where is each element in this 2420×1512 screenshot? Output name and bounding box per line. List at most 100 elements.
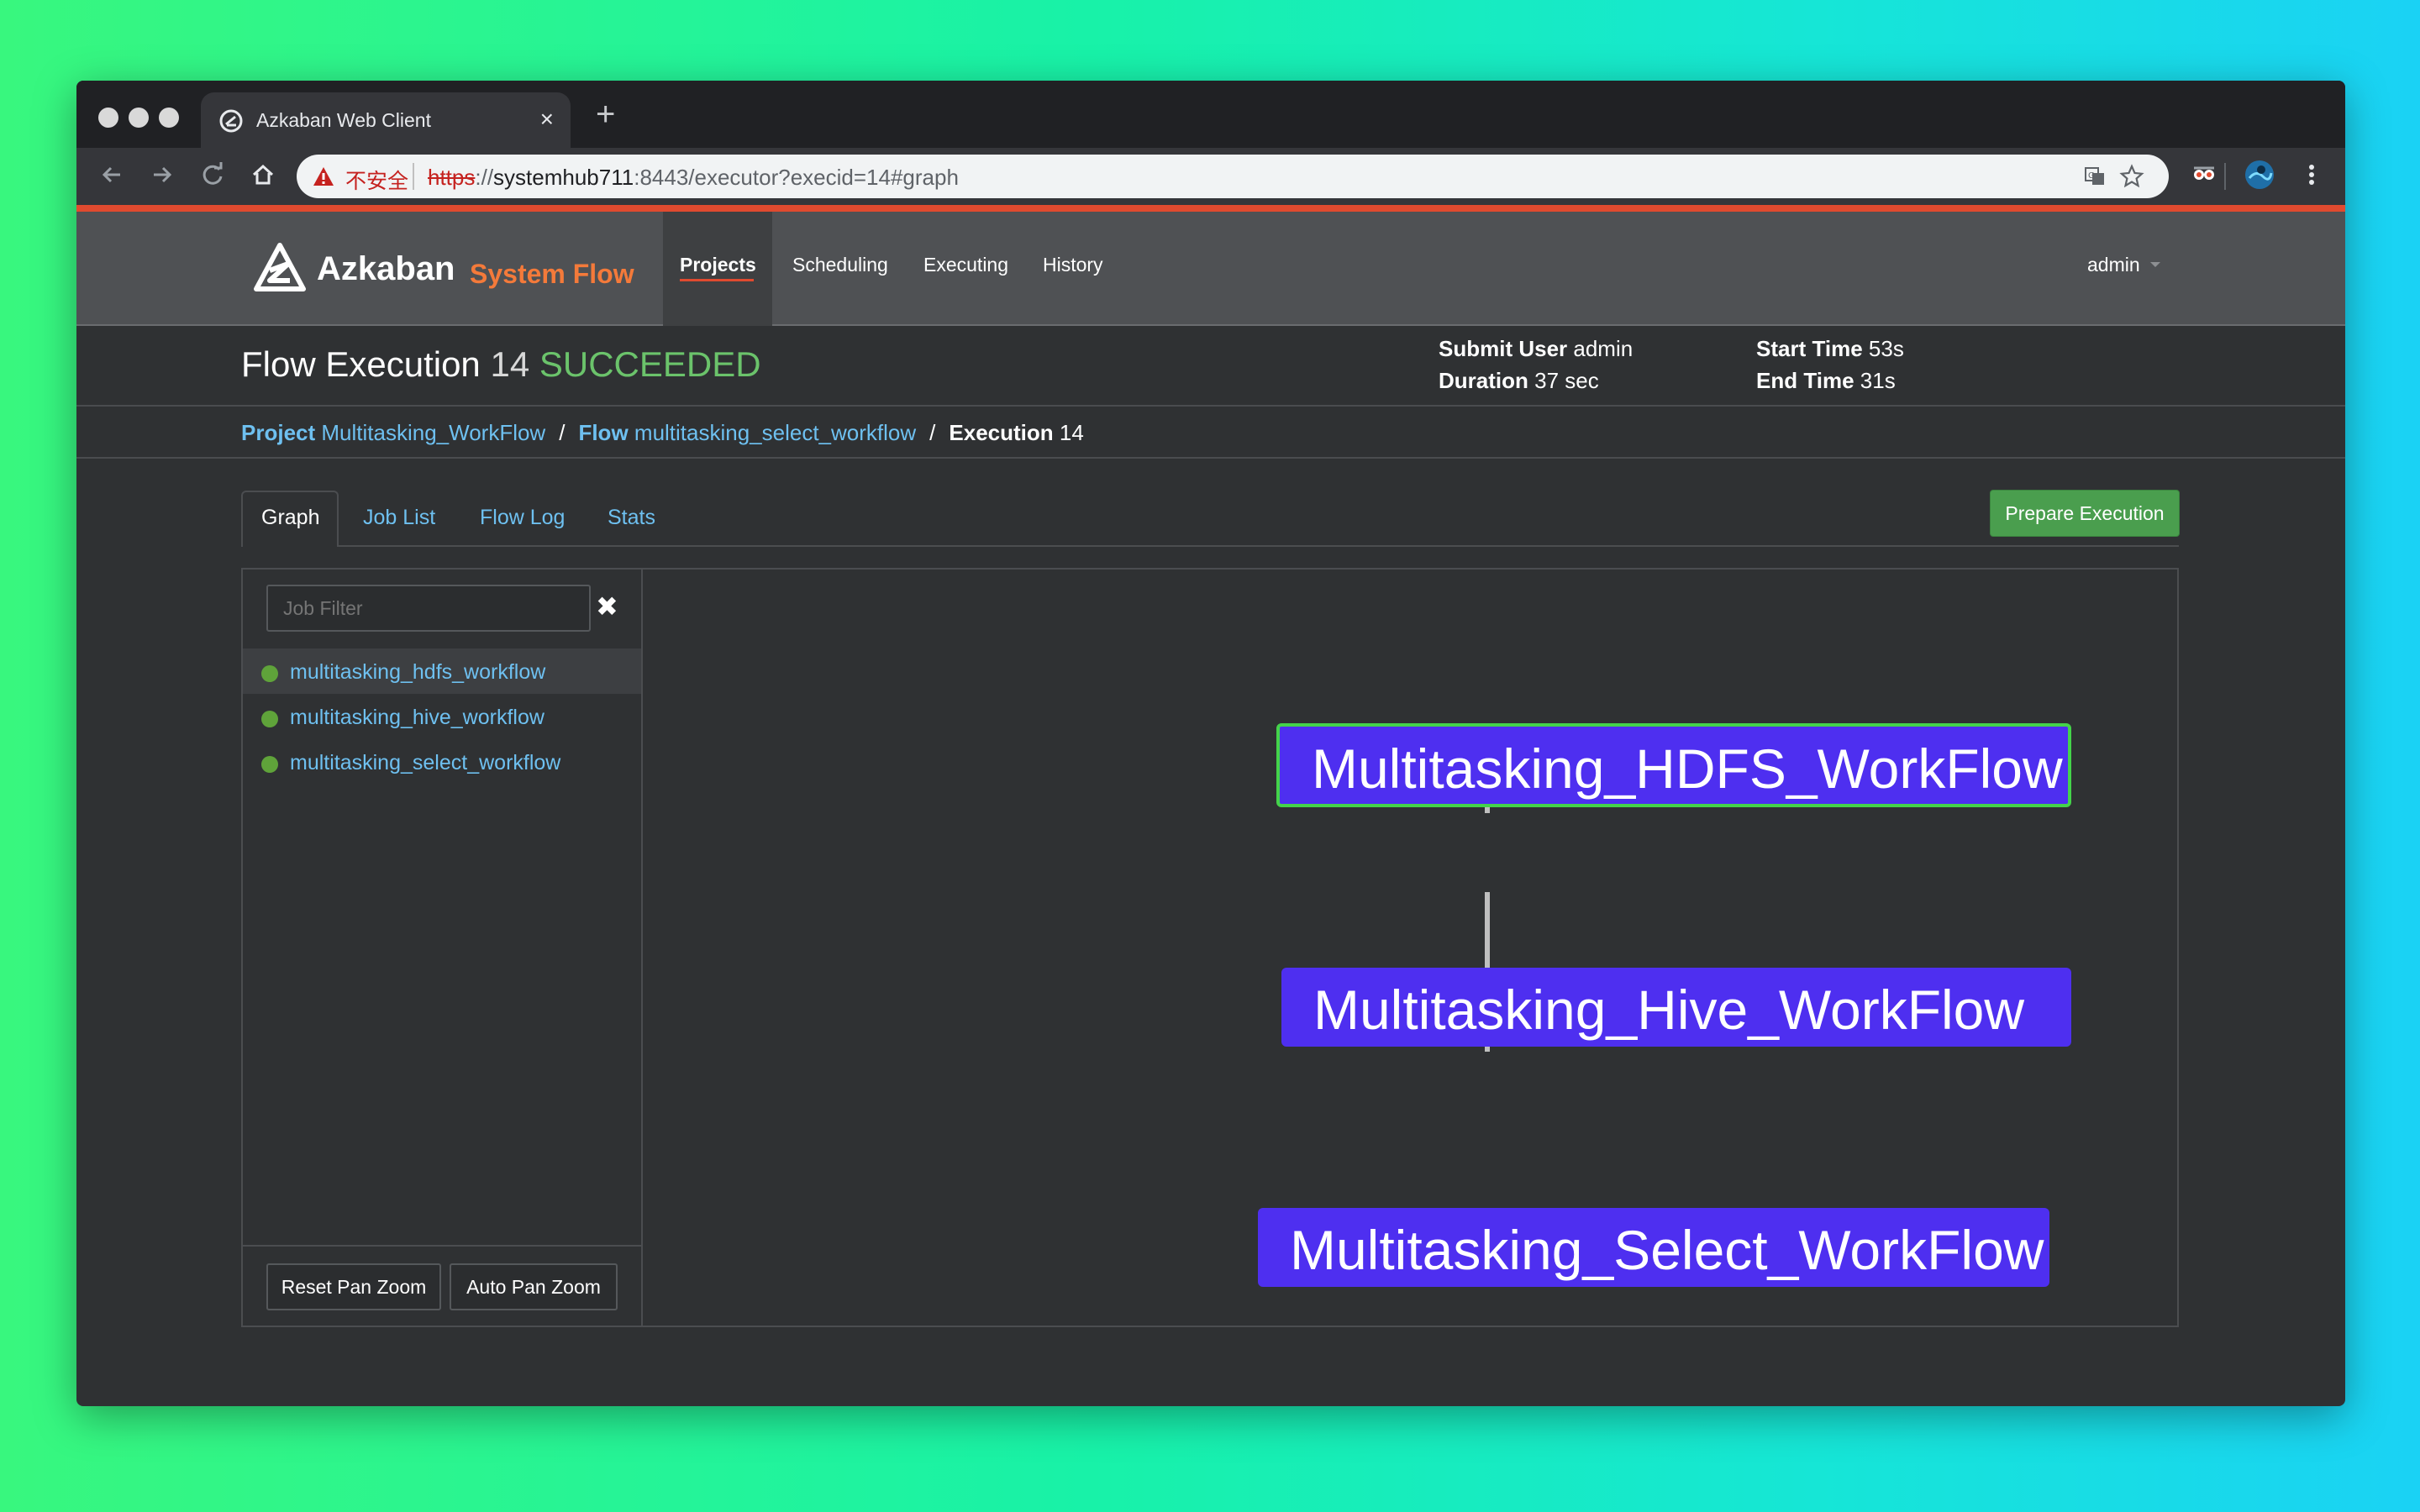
tab-graph[interactable]: Graph	[241, 491, 339, 547]
new-tab-icon[interactable]: +	[596, 97, 615, 131]
more-menu-icon[interactable]	[2295, 158, 2328, 192]
list-item[interactable]: multitasking_hive_workflow	[243, 694, 641, 739]
node-label: Multitasking_Hive_WorkFlow	[1313, 979, 2025, 1041]
submit-user: Submit User admin	[1439, 336, 1633, 362]
duration-value: 37 sec	[1534, 368, 1599, 393]
execution-status: SUCCEEDED	[539, 344, 761, 384]
tab-flow-log[interactable]: Flow Log	[480, 506, 565, 530]
submit-user-value: admin	[1573, 336, 1634, 361]
execution-id: 14	[490, 344, 530, 384]
end-time-label: End Time	[1756, 368, 1854, 393]
warning-icon	[313, 167, 334, 186]
status-dot-icon	[261, 756, 278, 773]
duration: Duration 37 sec	[1439, 368, 1599, 394]
graph-node-select[interactable]: Multitasking_Select_WorkFlow	[1258, 1208, 2049, 1287]
job-list: multitasking_hdfs_workflow multitasking_…	[243, 648, 641, 785]
back-icon[interactable]	[95, 158, 129, 192]
toolbar-divider	[2224, 163, 2226, 190]
node-label: Multitasking_Select_WorkFlow	[1290, 1219, 2044, 1281]
start-time: Start Time 53s	[1756, 336, 1904, 362]
nav-executing[interactable]: Executing	[923, 254, 1008, 276]
url-text[interactable]: https://systemhub711:8443/executor?execi…	[428, 165, 959, 191]
pan-zoom-controls: Reset Pan Zoom Auto Pan Zoom	[243, 1245, 641, 1326]
job-filter-input[interactable]	[266, 585, 591, 632]
breadcrumb-separator: /	[559, 420, 566, 445]
close-window-icon[interactable]	[98, 108, 118, 128]
brand-name[interactable]: Azkaban	[317, 250, 455, 288]
forward-icon[interactable]	[145, 158, 179, 192]
browser-toolbar: 不安全 https://systemhub711:8443/executor?e…	[76, 148, 2345, 205]
graph-node-hive[interactable]: Multitasking_Hive_WorkFlow	[1281, 968, 2071, 1047]
maximize-window-icon[interactable]	[159, 108, 179, 128]
auto-pan-zoom-button[interactable]: Auto Pan Zoom	[450, 1263, 618, 1310]
home-icon[interactable]	[246, 158, 280, 192]
tab-title: Azkaban Web Client	[256, 109, 431, 131]
tab-strip: Azkaban Web Client × +	[76, 81, 2345, 148]
insecure-label[interactable]: 不安全	[345, 165, 408, 195]
url-scheme: https	[428, 165, 476, 190]
breadcrumb-flow-name: multitasking_select_workflow	[634, 420, 917, 445]
nav-scheduling[interactable]: Scheduling	[792, 254, 888, 276]
azkaban-logo-icon[interactable]	[253, 242, 307, 292]
reload-icon[interactable]	[196, 158, 229, 192]
nav-history[interactable]: History	[1043, 254, 1103, 276]
translate-icon[interactable]: G	[2083, 165, 2107, 188]
job-name[interactable]: multitasking_hive_workflow	[290, 706, 544, 730]
tab-graph-label: Graph	[261, 506, 320, 529]
nav-projects[interactable]: Projects	[680, 254, 756, 276]
tab-job-list[interactable]: Job List	[363, 506, 435, 530]
breadcrumb-flow[interactable]: Flow multitasking_select_workflow	[578, 420, 916, 445]
breadcrumb-execution-label: Execution	[949, 420, 1054, 445]
reset-pan-zoom-button[interactable]: Reset Pan Zoom	[266, 1263, 441, 1310]
end-time: End Time 31s	[1756, 368, 1896, 394]
address-bar[interactable]: 不安全 https://systemhub711:8443/executor?e…	[297, 155, 2169, 198]
breadcrumb-project-label: Project	[241, 420, 316, 445]
tab-close-icon[interactable]: ×	[540, 106, 554, 133]
execution-header: Flow Execution 14 SUCCEEDED Submit User …	[76, 326, 2345, 407]
breadcrumb-execution: Execution 14	[949, 420, 1083, 445]
bookmark-star-icon[interactable]	[2118, 163, 2145, 190]
breadcrumb-flow-label: Flow	[578, 420, 629, 445]
job-sidebar: ✖ multitasking_hdfs_workflow multitaskin…	[243, 570, 643, 1326]
svg-text:G: G	[2088, 171, 2095, 181]
browser-tab[interactable]: Azkaban Web Client ×	[201, 92, 571, 148]
user-menu[interactable]: admin	[2087, 254, 2140, 276]
submit-user-label: Submit User	[1439, 336, 1568, 361]
breadcrumb: Project Multitasking_WorkFlow / Flow multi…	[241, 420, 1084, 446]
clear-filter-icon[interactable]: ✖	[596, 591, 618, 622]
breadcrumb-divider	[76, 457, 2345, 459]
start-time-value: 53s	[1868, 336, 1904, 361]
url-path: :8443/executor?execid=14#graph	[634, 165, 959, 190]
job-name[interactable]: multitasking_select_workflow	[290, 751, 560, 775]
status-dot-icon	[261, 711, 278, 727]
start-time-label: Start Time	[1756, 336, 1863, 361]
node-label: Multitasking_HDFS_WorkFlow	[1312, 738, 2063, 800]
breadcrumb-project[interactable]: Project Multitasking_WorkFlow	[241, 420, 545, 445]
list-item[interactable]: multitasking_select_workflow	[243, 739, 641, 785]
graph-canvas[interactable]: Multitasking_HDFS_WorkFlow Multitasking_…	[644, 570, 2177, 1326]
nav-active-underline	[680, 279, 754, 281]
breadcrumb-separator: /	[929, 420, 936, 445]
end-time-value: 31s	[1860, 368, 1896, 393]
execution-title: Flow Execution 14 SUCCEEDED	[241, 344, 761, 385]
prepare-execution-button[interactable]: Prepare Execution	[1990, 490, 2180, 537]
tabs-baseline	[241, 545, 2179, 547]
tab-stats[interactable]: Stats	[608, 506, 655, 530]
url-scheme-sep: ://	[475, 165, 494, 190]
breadcrumb-project-name: Multitasking_WorkFlow	[321, 420, 546, 445]
job-name[interactable]: multitasking_hdfs_workflow	[290, 660, 545, 685]
brand-subtitle: System Flow	[470, 259, 634, 289]
execution-title-label: Flow Execution	[241, 344, 481, 384]
browser-window: Azkaban Web Client × + 不安全 https://syste…	[76, 81, 2345, 1406]
accent-line	[76, 205, 2345, 212]
extension-icon[interactable]	[2187, 158, 2221, 192]
omnibox-divider	[413, 163, 414, 190]
profile-avatar-icon[interactable]	[2243, 158, 2276, 192]
graph-panel: ✖ multitasking_hdfs_workflow multitaskin…	[241, 568, 2179, 1327]
minimize-window-icon[interactable]	[129, 108, 149, 128]
list-item[interactable]: multitasking_hdfs_workflow	[243, 648, 641, 694]
url-host: systemhub711	[493, 165, 634, 190]
app-header: Azkaban System Flow Projects Scheduling …	[76, 212, 2345, 326]
chevron-down-icon[interactable]	[2150, 262, 2160, 267]
graph-node-hdfs[interactable]: Multitasking_HDFS_WorkFlow	[1276, 723, 2071, 807]
